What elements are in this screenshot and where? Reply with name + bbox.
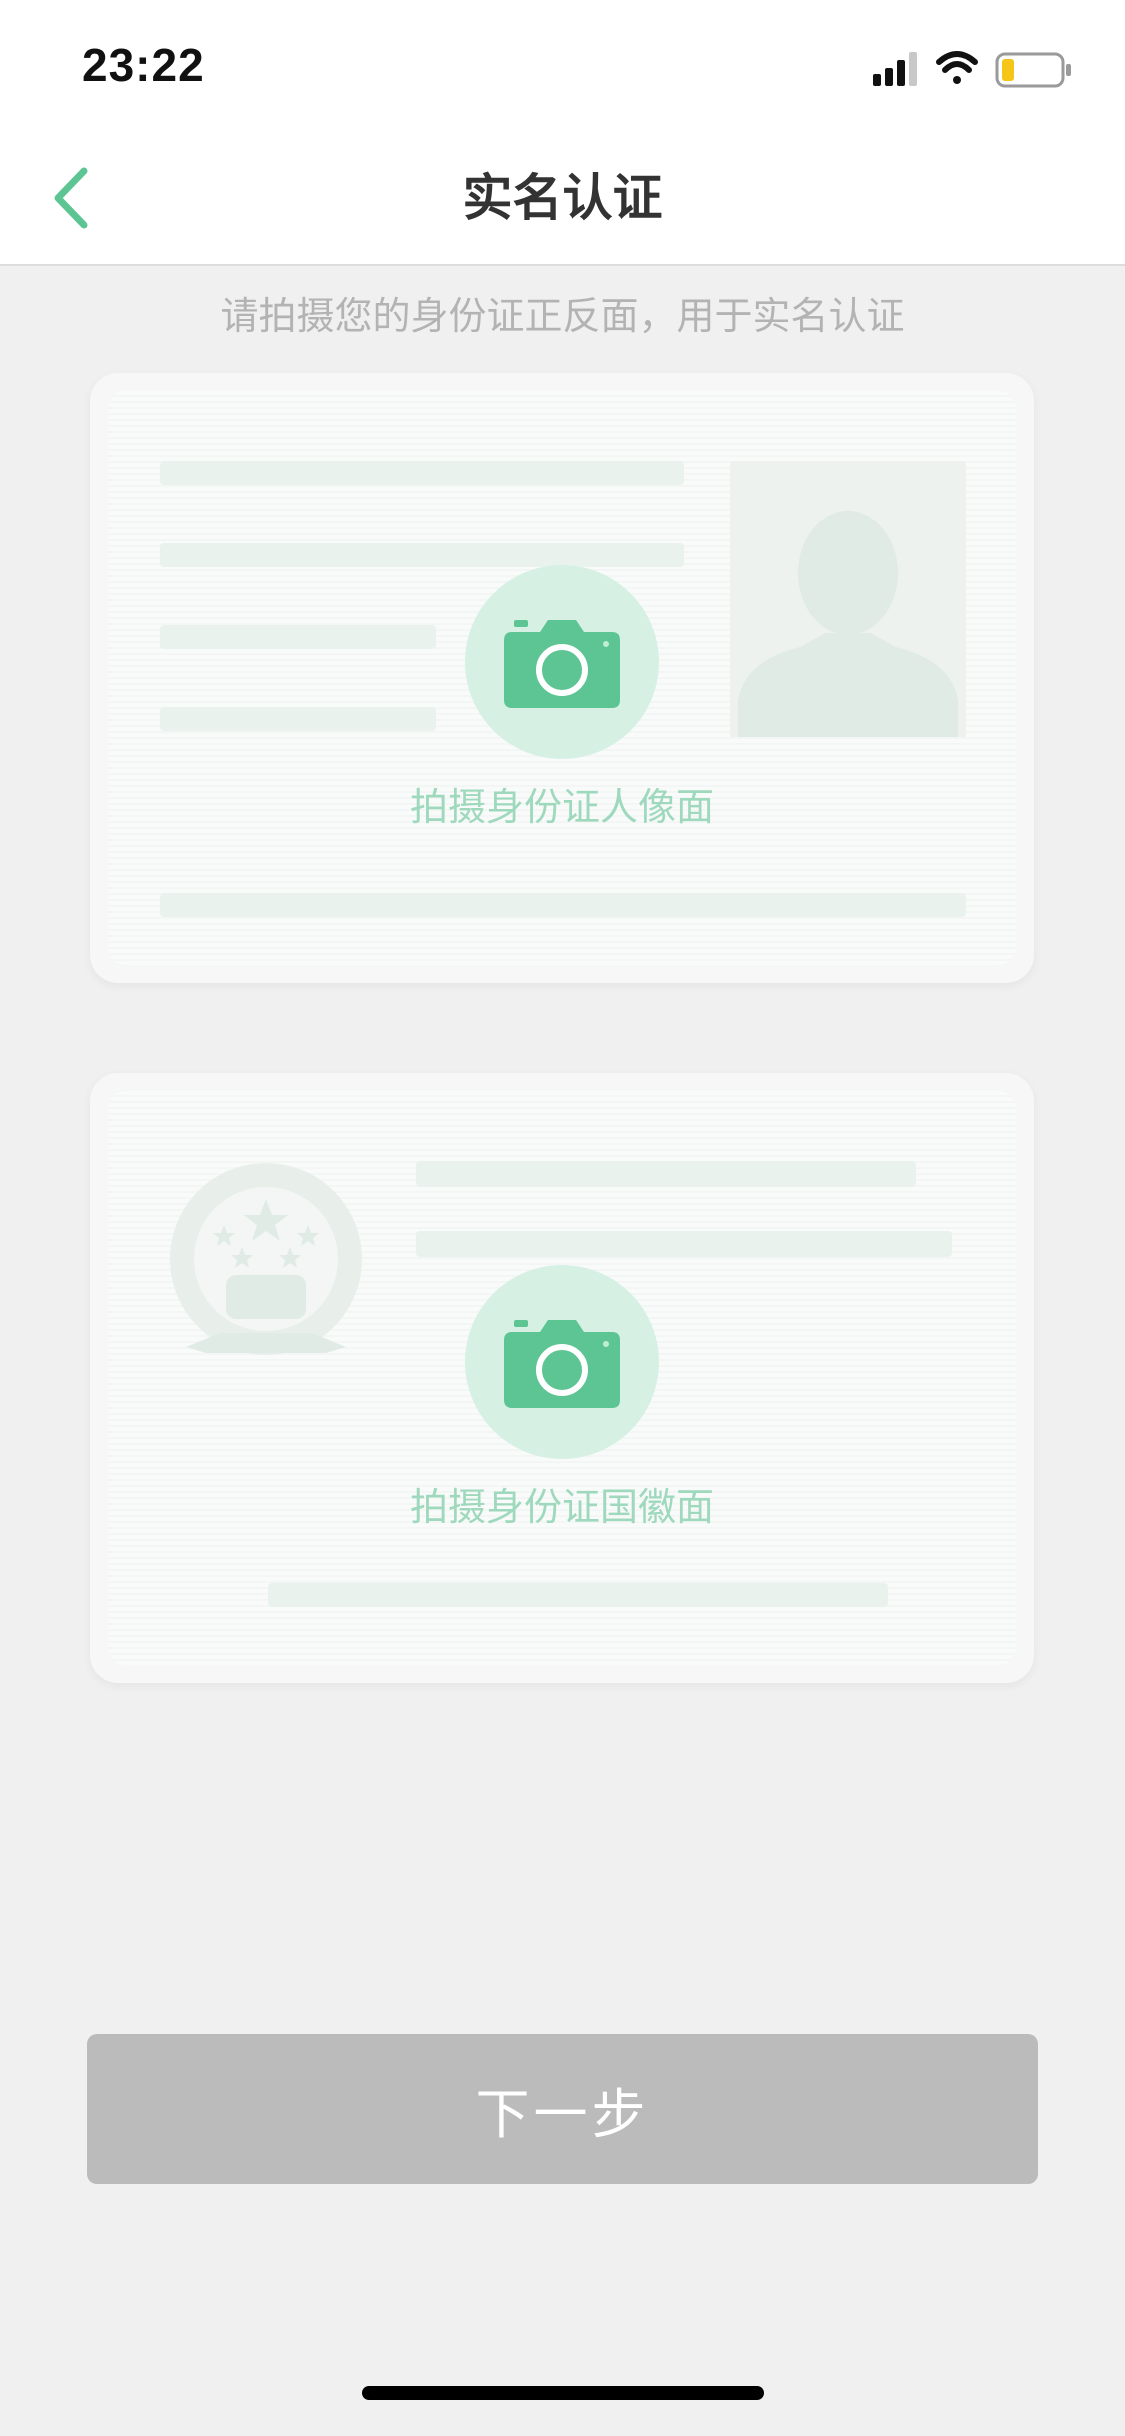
portrait-placeholder: [730, 461, 966, 737]
id-back-card[interactable]: 拍摄身份证国徽面: [90, 1073, 1034, 1683]
status-bar: 23:22: [0, 0, 1125, 132]
wifi-icon: [936, 51, 978, 84]
camera-icon: [504, 1320, 620, 1408]
home-indicator: [362, 2386, 764, 2400]
instruction-text: 请拍摄您的身份证正反面，用于实名认证: [220, 294, 905, 338]
national-emblem-icon: [170, 1163, 362, 1355]
nav-bar: 实名认证: [0, 132, 1125, 266]
person-silhouette-icon: [738, 511, 958, 737]
placeholder-line: [160, 625, 436, 649]
placeholder-line: [160, 893, 966, 917]
page-title: 实名认证: [462, 169, 663, 227]
placeholder-line: [416, 1161, 916, 1187]
placeholder-line: [160, 461, 684, 485]
placeholder-line: [268, 1583, 888, 1607]
cellular-signal-icon: [873, 52, 917, 86]
status-time: 23:22: [82, 39, 205, 91]
camera-icon: [504, 620, 620, 708]
placeholder-line: [160, 707, 436, 731]
id-back-card-surface: 拍摄身份证国徽面: [108, 1091, 1016, 1665]
next-step-button[interactable]: 下一步: [87, 2034, 1038, 2184]
id-front-card[interactable]: 拍摄身份证人像面: [90, 373, 1034, 983]
front-card-label[interactable]: 拍摄身份证人像面: [108, 779, 1016, 835]
placeholder-line: [160, 543, 684, 567]
status-icons: [873, 44, 1083, 94]
id-front-card-surface: 拍摄身份证人像面: [108, 391, 1016, 965]
placeholder-line: [416, 1231, 952, 1257]
back-camera-button[interactable]: [465, 1265, 659, 1459]
front-camera-button[interactable]: [465, 565, 659, 759]
battery-icon: [995, 52, 1071, 88]
back-card-label[interactable]: 拍摄身份证国徽面: [108, 1479, 1016, 1535]
